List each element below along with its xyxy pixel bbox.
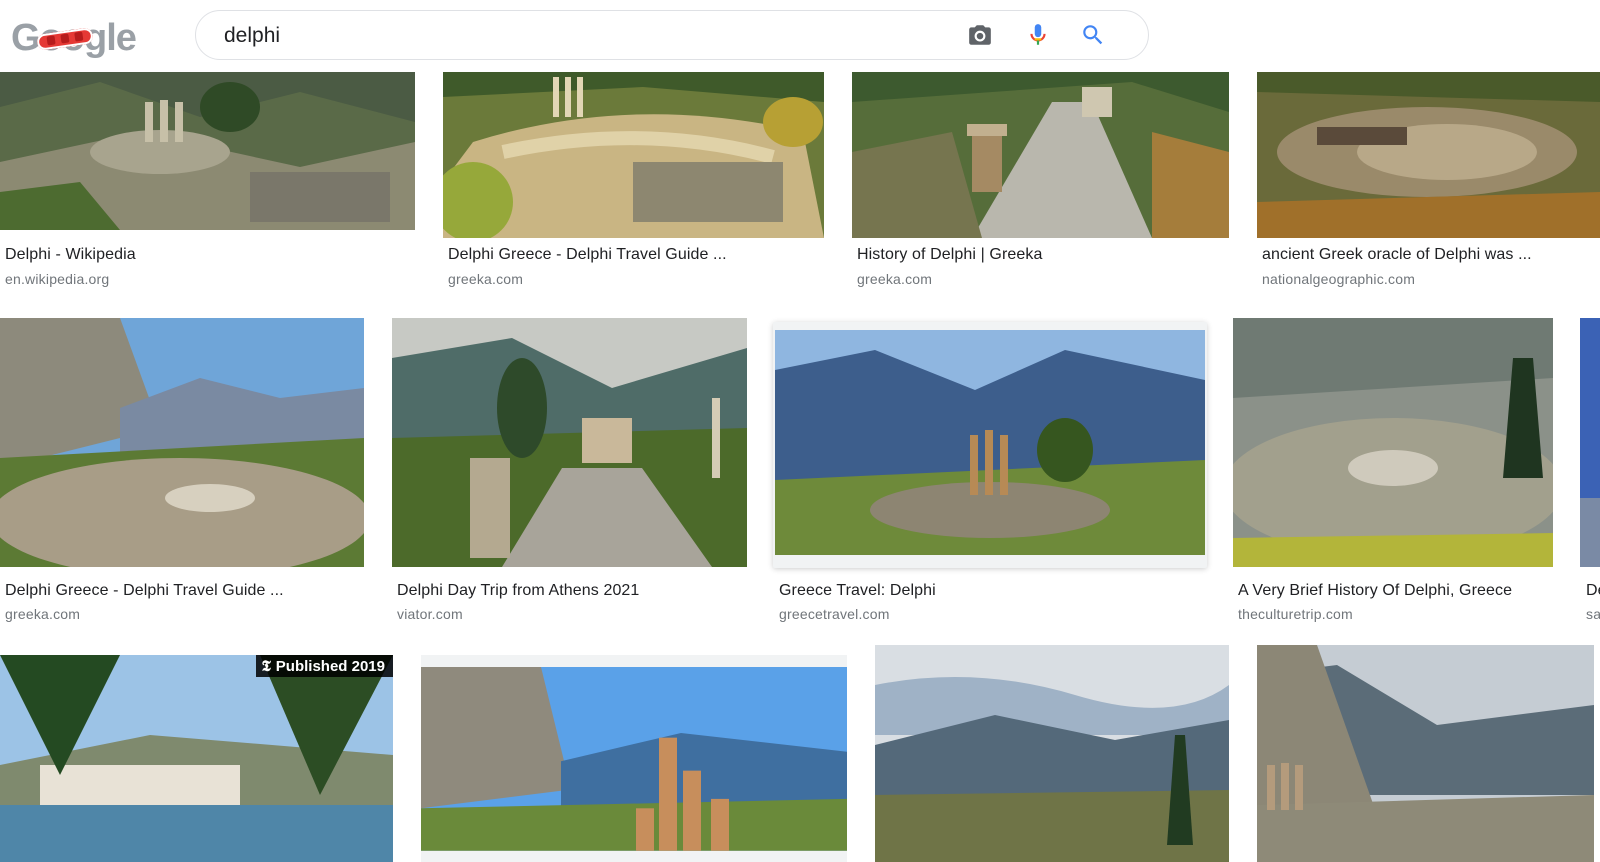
result-title[interactable]: Delphi Day Trip from Athens 2021	[397, 582, 639, 600]
image-result-tile[interactable]: Delphi Greece - Delphi Travel Guide ... …	[443, 72, 824, 292]
image-result-tile[interactable]: History of Delphi | Greeka greeka.com	[852, 72, 1229, 292]
image-result-tile[interactable]: Delphi - Wikipedia en.wikipedia.org	[0, 72, 415, 292]
image-thumbnail-tholos-ruins[interactable]	[0, 72, 415, 230]
result-title[interactable]: A Very Brief History Of Delphi, Greece	[1238, 582, 1512, 600]
image-result-tile[interactable]	[421, 655, 847, 862]
image-thumbnail-theater-ruins[interactable]	[1257, 72, 1600, 238]
image-results-grid: Delphi - Wikipedia en.wikipedia.org Delp…	[0, 72, 1600, 862]
search-header: Google	[0, 0, 1600, 72]
image-thumbnail-harbor-village[interactable]	[0, 655, 393, 862]
result-title[interactable]: Delphi Greece - Delphi Travel Guide ...	[5, 582, 284, 600]
result-title[interactable]: History of Delphi | Greeka	[857, 246, 1043, 264]
image-thumbnail-ancient-theater[interactable]	[0, 318, 364, 567]
image-thumbnail-sacred-way[interactable]	[852, 72, 1229, 238]
result-source: greeka.com	[448, 271, 524, 287]
result-source: nationalgeographic.com	[1262, 271, 1416, 287]
result-title[interactable]: ancient Greek oracle of Delphi was ...	[1262, 246, 1532, 264]
microphone-icon[interactable]	[1025, 22, 1051, 48]
image-thumbnail-treasury-path[interactable]	[392, 318, 747, 567]
image-result-tile[interactable]	[1257, 645, 1594, 862]
result-source: greecetravel.com	[779, 606, 890, 622]
nyt-logo-icon: 𝕿	[261, 657, 271, 675]
result-source: greeka.com	[5, 606, 81, 622]
image-thumbnail-sanctuary-athena[interactable]	[443, 72, 824, 238]
image-thumbnail-valley-view[interactable]	[875, 645, 1229, 862]
image-result-tile[interactable]: Delphi Day Trip from Athens 2021 viator.…	[392, 318, 747, 624]
image-result-tile[interactable]: 𝕿 Published 2019	[0, 655, 393, 862]
result-source: en.wikipedia.org	[5, 271, 110, 287]
image-result-tile[interactable]: Delphi Greece - Delphi Travel Guide ... …	[0, 318, 364, 624]
published-badge: 𝕿 Published 2019	[255, 655, 393, 677]
result-title[interactable]: De	[1586, 582, 1600, 600]
image-thumbnail-apollo-columns[interactable]	[421, 655, 847, 862]
result-source: sa	[1586, 606, 1600, 622]
result-source: greeka.com	[857, 271, 933, 287]
image-result-tile[interactable]	[875, 645, 1229, 862]
result-title[interactable]: Delphi - Wikipedia	[5, 246, 136, 264]
camera-icon[interactable]	[967, 22, 993, 48]
image-thumbnail-temple-foundations[interactable]	[1257, 645, 1594, 862]
result-title[interactable]: Greece Travel: Delphi	[779, 582, 936, 600]
image-result-tile[interactable]: ancient Greek oracle of Delphi was ... n…	[1257, 72, 1600, 292]
image-thumbnail-theater-overview[interactable]	[1233, 318, 1553, 567]
image-result-tile[interactable]: A Very Brief History Of Delphi, Greece t…	[1233, 318, 1553, 624]
image-thumbnail-tholos-mountains[interactable]	[775, 330, 1205, 555]
badge-label: Published 2019	[275, 658, 385, 675]
result-title[interactable]: Delphi Greece - Delphi Travel Guide ...	[448, 246, 727, 264]
google-doodle-logo[interactable]: Google	[11, 14, 137, 62]
result-source: theculturetrip.com	[1238, 606, 1353, 622]
search-box	[195, 10, 1149, 61]
search-icon[interactable]	[1080, 22, 1106, 48]
result-source: viator.com	[397, 606, 463, 622]
image-result-tile-selected[interactable]: Greece Travel: Delphi greecetravel.com	[773, 322, 1207, 624]
image-thumbnail-partial[interactable]	[1580, 318, 1600, 567]
image-result-tile-partial[interactable]: De sa	[1580, 318, 1600, 624]
search-input[interactable]	[222, 11, 926, 61]
